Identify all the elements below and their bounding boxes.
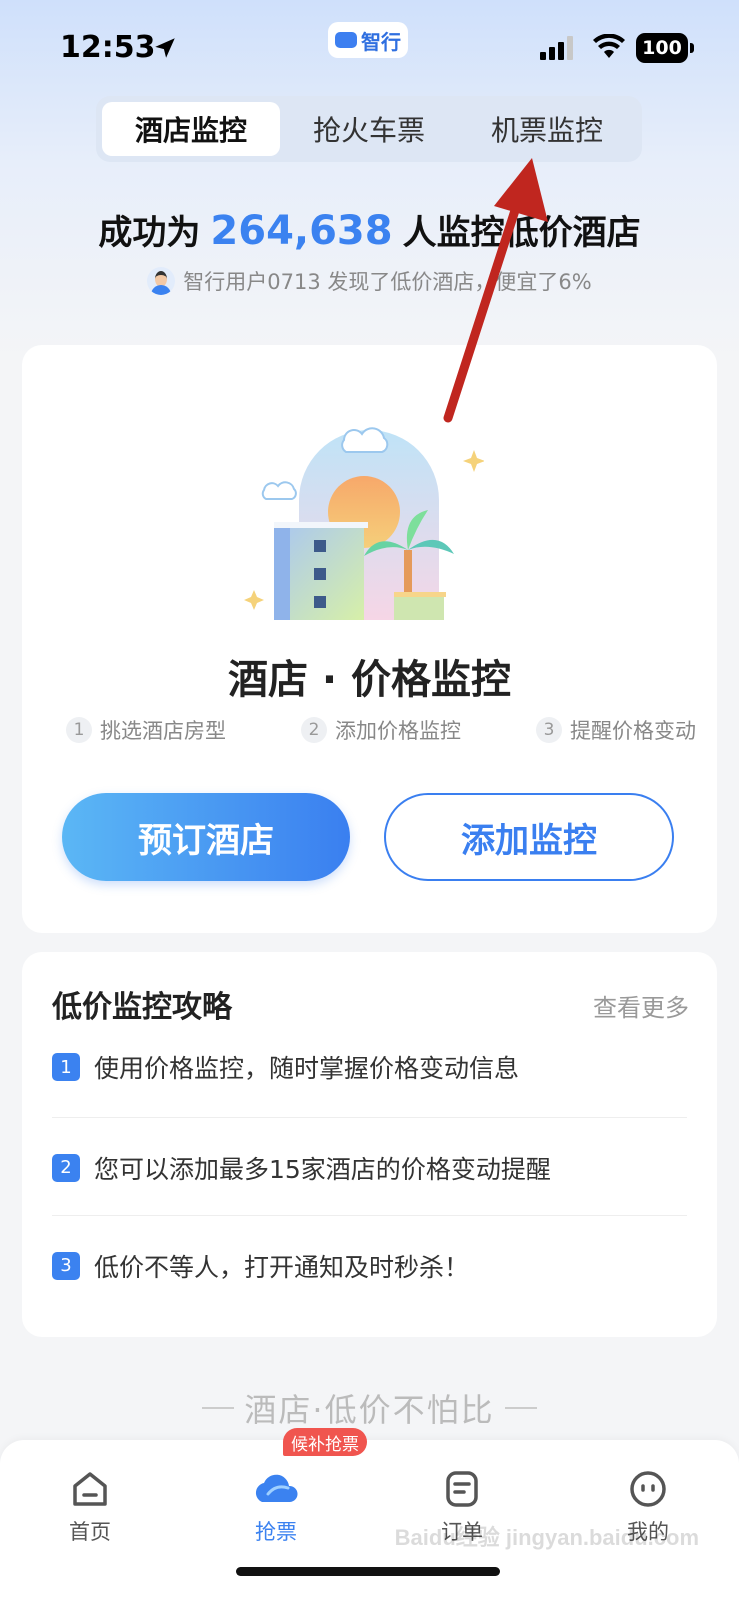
- book-hotel-button[interactable]: 预订酒店: [62, 793, 350, 881]
- tip-text: 低价不等人，打开通知及时秒杀！: [94, 1252, 470, 1282]
- tip-item: 1 使用价格监控，随时掌握价格变动信息: [52, 1017, 687, 1117]
- wifi-icon: [593, 34, 625, 58]
- headline-count: 264,638: [210, 208, 393, 254]
- slogan-dash-left: [202, 1407, 235, 1409]
- step-label: 添加价格监控: [335, 719, 461, 743]
- tips-card: 低价监控攻略 查看更多 1 使用价格监控，随时掌握价格变动信息 2 您可以添加最…: [22, 952, 717, 1337]
- hotel-monitor-title: 酒店 · 价格监控: [227, 657, 512, 703]
- tip-item: 2 您可以添加最多15家酒店的价格变动提醒: [52, 1117, 687, 1217]
- tip-number: 2: [52, 1153, 80, 1182]
- home-icon: [73, 1472, 107, 1506]
- tip-item: 3 低价不等人，打开通知及时秒杀！: [52, 1215, 687, 1315]
- step-label: 挑选酒店房型: [100, 719, 226, 743]
- app-indicator-pill[interactable]: 智行: [328, 22, 408, 58]
- slogan-dash-right: [504, 1407, 537, 1409]
- headline-suffix: 人监控低价酒店: [402, 213, 641, 253]
- status-bar: 12:53 智行 100: [0, 0, 739, 96]
- step-number: 3: [536, 717, 562, 743]
- discovery-text: 智行用户0713 发现了低价酒店，便宜了6%: [183, 270, 592, 294]
- app-logo-icon: [335, 32, 357, 48]
- step-item: 3 提醒价格变动: [536, 715, 696, 745]
- ticket-cloud-icon: [255, 1474, 298, 1502]
- user-avatar-icon: [147, 267, 176, 295]
- tab-hotel-monitor[interactable]: 酒店监控: [102, 102, 280, 156]
- monitor-tabs: 酒店监控 抢火车票 机票监控: [96, 96, 642, 162]
- step-label: 提醒价格变动: [570, 719, 696, 743]
- hotel-illustration: [244, 427, 484, 620]
- monitor-steps: 1 挑选酒店房型 2 添加价格监控 3 提醒价格变动: [66, 715, 696, 745]
- monitor-headline: 成功为 264,638 人监控低价酒店: [0, 205, 739, 254]
- headline-prefix: 成功为: [98, 213, 201, 253]
- app-name: 智行: [361, 29, 401, 54]
- step-item: 2 添加价格监控: [301, 715, 461, 745]
- order-icon: [446, 1471, 478, 1507]
- discovery-ticker: 智行用户0713 发现了低价酒店，便宜了6%: [0, 266, 739, 296]
- battery-indicator: 100: [636, 33, 694, 63]
- footer-slogan: 酒店·低价不怕比: [0, 1385, 739, 1431]
- nav-ticket[interactable]: 抢票: [226, 1468, 326, 1546]
- watermark: Baidu经验 jingyan.baidu.com: [395, 1520, 699, 1552]
- status-time: 12:53: [60, 30, 156, 65]
- hotel-monitor-card: 酒店 · 价格监控 1 挑选酒店房型 2 添加价格监控 3 提醒价格变动 预订酒…: [22, 345, 717, 933]
- nav-label: 抢票: [255, 1520, 297, 1544]
- slogan-text: 酒店·低价不怕比: [244, 1391, 495, 1429]
- step-number: 1: [66, 717, 92, 743]
- waitlist-badge: 候补抢票: [283, 1428, 367, 1456]
- profile-icon: [630, 1471, 666, 1507]
- tip-text: 您可以添加最多15家酒店的价格变动提醒: [94, 1154, 551, 1184]
- location-arrow-icon: [155, 38, 175, 58]
- tab-flight-monitor[interactable]: 机票监控: [458, 102, 636, 156]
- step-item: 1 挑选酒店房型: [66, 715, 226, 745]
- watermark-text: Baidu经验 jingyan.baidu.com: [394, 1525, 699, 1550]
- tip-number: 1: [52, 1053, 80, 1081]
- add-monitor-button[interactable]: 添加监控: [384, 793, 674, 881]
- home-indicator: [236, 1567, 500, 1576]
- nav-home[interactable]: 首页: [40, 1468, 140, 1546]
- cellular-signal-icon: [540, 36, 573, 60]
- step-number: 2: [301, 717, 327, 743]
- tab-train-tickets[interactable]: 抢火车票: [280, 102, 458, 156]
- tip-number: 3: [52, 1251, 80, 1280]
- tip-text: 使用价格监控，随时掌握价格变动信息: [94, 1054, 520, 1083]
- nav-label: 首页: [69, 1520, 111, 1544]
